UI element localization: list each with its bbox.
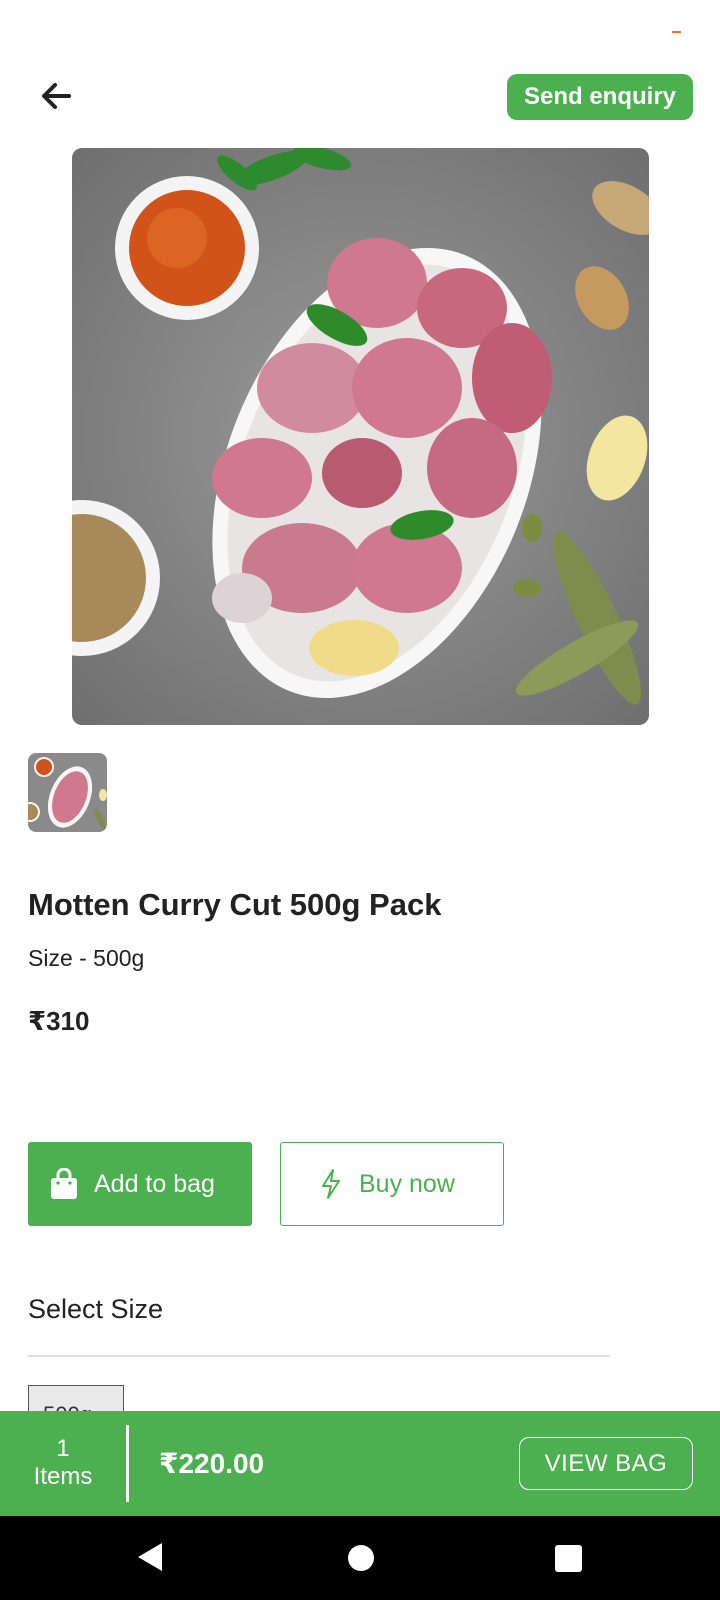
triangle-back-icon[interactable] — [136, 1541, 164, 1578]
buy-now-label: Buy now — [359, 1169, 455, 1198]
product-thumbnail[interactable] — [28, 753, 107, 832]
bag-count-unit: Items — [33, 1463, 93, 1490]
circle-home-icon[interactable] — [348, 1545, 374, 1571]
bag-summary-bar: 1 Items ₹220.00 VIEW BAG — [0, 1411, 720, 1516]
bag-item-count: 1 Items — [0, 1435, 126, 1491]
add-to-bag-label: Add to bag — [94, 1169, 215, 1198]
square-recent-icon[interactable] — [555, 1545, 582, 1572]
bag-divider — [126, 1425, 129, 1502]
bag-count-number: 1 — [56, 1435, 70, 1462]
product-title: Motten Curry Cut 500g Pack — [28, 887, 442, 922]
back-button[interactable] — [36, 76, 76, 116]
view-bag-button[interactable]: VIEW BAG — [519, 1437, 693, 1490]
buy-now-button[interactable]: Buy now — [280, 1142, 504, 1226]
bag-total: ₹220.00 — [159, 1448, 265, 1479]
add-to-bag-button[interactable]: Add to bag — [28, 1142, 252, 1226]
shopping-bag-icon — [48, 1166, 80, 1202]
divider — [28, 1355, 610, 1357]
arrow-left-icon — [42, 83, 71, 109]
notification-indicator — [672, 31, 681, 33]
lightning-bolt-icon — [317, 1166, 345, 1202]
system-nav-bar — [0, 1516, 720, 1600]
send-enquiry-button[interactable]: Send enquiry — [507, 74, 693, 120]
product-price: ₹310 — [28, 1006, 90, 1036]
product-size: Size - 500g — [28, 945, 145, 971]
select-size-heading: Select Size — [28, 1294, 164, 1324]
product-image — [72, 148, 649, 725]
